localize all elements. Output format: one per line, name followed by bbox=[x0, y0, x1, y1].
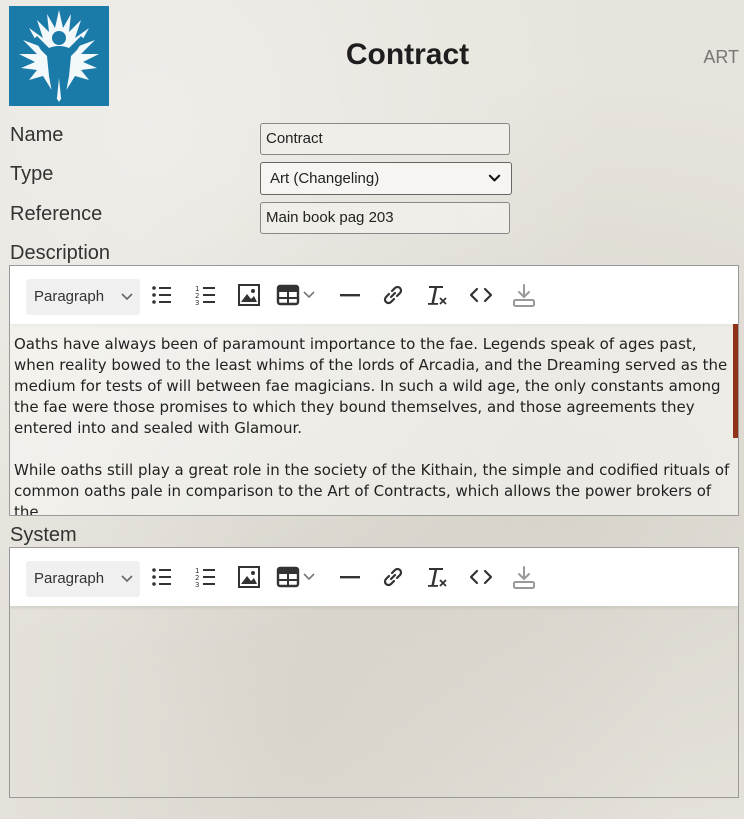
numbered-list-icon[interactable]: 123 bbox=[193, 564, 219, 590]
scrollbar-thumb[interactable] bbox=[733, 324, 738, 438]
horizontal-line-icon[interactable] bbox=[337, 564, 363, 590]
logo-icon bbox=[9, 6, 109, 106]
editor-toolbar: Paragraph 123 bbox=[10, 548, 738, 606]
svg-text:3: 3 bbox=[195, 581, 199, 589]
download-icon[interactable] bbox=[511, 282, 537, 308]
description-content[interactable]: Oaths have always been of paramount impo… bbox=[10, 324, 738, 515]
editor-toolbar: Paragraph 123 bbox=[10, 266, 738, 324]
link-icon[interactable] bbox=[380, 282, 406, 308]
insert-table-icon[interactable] bbox=[276, 564, 322, 590]
format-select-value: Paragraph bbox=[34, 570, 105, 587]
reference-label: Reference bbox=[10, 203, 103, 225]
insert-image-icon[interactable] bbox=[236, 564, 262, 590]
source-code-icon[interactable] bbox=[468, 564, 494, 590]
source-code-icon[interactable] bbox=[468, 282, 494, 308]
description-paragraph: Oaths have always been of paramount impo… bbox=[14, 335, 728, 437]
chevron-down-icon bbox=[121, 293, 133, 301]
bulleted-list-icon[interactable] bbox=[149, 282, 175, 308]
name-input[interactable]: Contract bbox=[260, 123, 510, 155]
link-icon[interactable] bbox=[380, 564, 406, 590]
chevron-down-icon bbox=[488, 174, 501, 182]
insert-image-icon[interactable] bbox=[236, 282, 262, 308]
format-select[interactable]: Paragraph bbox=[26, 561, 140, 597]
system-editor[interactable]: Paragraph 123 bbox=[9, 547, 739, 798]
insert-table-icon[interactable] bbox=[276, 282, 322, 308]
type-tag: ART bbox=[703, 47, 739, 67]
remove-format-icon[interactable] bbox=[424, 282, 450, 308]
download-icon[interactable] bbox=[511, 564, 537, 590]
system-content[interactable] bbox=[10, 606, 738, 797]
description-editor[interactable]: Paragraph 123 Oaths have always been of … bbox=[9, 265, 739, 516]
name-label: Name bbox=[10, 124, 64, 146]
reference-input[interactable]: Main book pag 203 bbox=[260, 202, 510, 234]
horizontal-line-icon[interactable] bbox=[337, 282, 363, 308]
format-select[interactable]: Paragraph bbox=[26, 279, 140, 315]
page-title: Contract bbox=[345, 38, 470, 71]
bulleted-list-icon[interactable] bbox=[149, 564, 175, 590]
system-label: System bbox=[10, 524, 77, 546]
type-select[interactable]: Art (Changeling) bbox=[260, 162, 512, 195]
numbered-list-icon[interactable]: 123 bbox=[193, 282, 219, 308]
description-paragraph: While oaths still play a great role in t… bbox=[14, 461, 730, 515]
description-label: Description bbox=[10, 242, 111, 264]
format-select-value: Paragraph bbox=[34, 288, 105, 305]
type-select-value: Art (Changeling) bbox=[270, 170, 380, 187]
type-label: Type bbox=[10, 163, 54, 185]
remove-format-icon[interactable] bbox=[424, 564, 450, 590]
svg-text:3: 3 bbox=[195, 299, 199, 307]
chevron-down-icon bbox=[121, 575, 133, 583]
